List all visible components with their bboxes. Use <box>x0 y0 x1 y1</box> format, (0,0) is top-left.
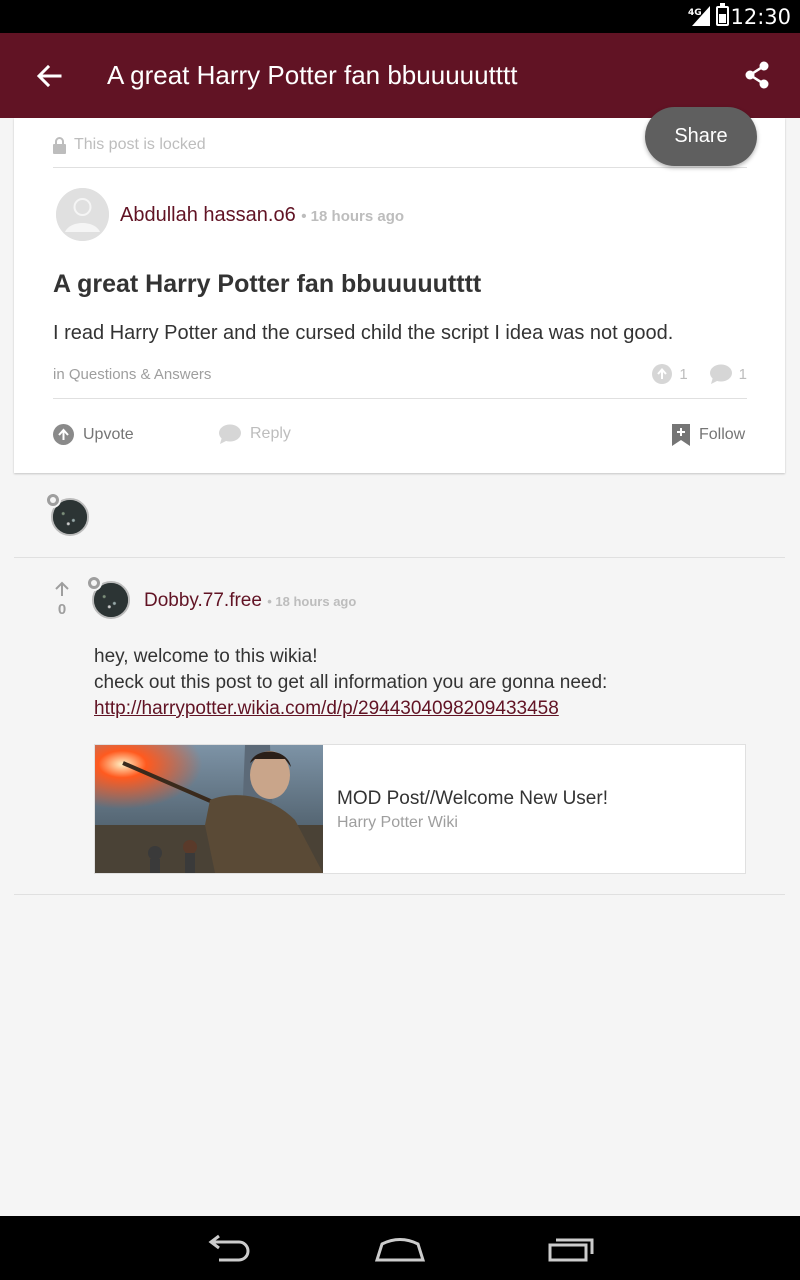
page-title: A great Harry Potter fan bbuuuuutttt <box>107 60 518 90</box>
signal-icon: 4G <box>688 6 710 26</box>
follow-button[interactable]: Follow <box>672 424 745 446</box>
link-preview-title: MOD Post//Welcome New User! <box>337 788 608 809</box>
upvote-button[interactable]: Upvote <box>53 424 134 445</box>
post-counts: 1 1 <box>630 364 747 384</box>
comment-icon <box>219 424 241 444</box>
upvote-circle-icon <box>652 364 673 384</box>
post-body: I read Harry Potter and the cursed child… <box>53 322 674 344</box>
post-category[interactable]: in Questions & Answers <box>53 366 211 383</box>
locked-notice: This post is locked <box>53 136 206 154</box>
reply-author-name[interactable]: Dobby.77.free <box>144 590 262 611</box>
reply-button[interactable]: Reply <box>219 424 291 444</box>
post-title: A great Harry Potter fan bbuuuuutttt <box>53 270 482 298</box>
back-arrow-icon[interactable] <box>34 61 64 91</box>
participants-strip <box>14 474 785 558</box>
author-name[interactable]: Abdullah hassan.o6 <box>120 204 296 226</box>
reply-item: 0 Dobby.77.free • 18 hours ago hey, welc… <box>14 559 785 895</box>
moderator-badge-icon <box>86 575 102 591</box>
status-bar: 4G 12:30 <box>0 0 800 33</box>
avatar[interactable] <box>56 188 109 241</box>
battery-icon <box>716 3 729 26</box>
share-icon[interactable] <box>744 61 770 89</box>
recent-apps-icon[interactable] <box>547 1236 595 1262</box>
reply-text: hey, welcome to this wikia! check out th… <box>94 646 608 719</box>
link-preview-subtitle: Harry Potter Wiki <box>337 814 458 831</box>
upvote-circle-icon <box>53 424 74 445</box>
reply-time: • 18 hours ago <box>267 594 357 609</box>
upvote-arrow-icon[interactable] <box>54 581 70 597</box>
app-bar: A great Harry Potter fan bbuuuuutttt <box>0 33 800 118</box>
upvote-count: 1 <box>652 364 688 384</box>
reply-vote-count: 0 <box>57 601 67 618</box>
locked-text: This post is locked <box>74 136 206 153</box>
lock-icon <box>53 136 66 154</box>
divider <box>53 398 747 399</box>
author-line: Abdullah hassan.o6 • 18 hours ago <box>120 204 404 227</box>
link-preview-card[interactable]: MOD Post//Welcome New User! Harry Potter… <box>94 744 746 874</box>
reply-author-line: Dobby.77.free • 18 hours ago <box>144 590 356 612</box>
post-time: • 18 hours ago <box>301 208 405 225</box>
comment-icon <box>709 364 732 384</box>
divider <box>53 167 747 168</box>
reply-vote: 0 <box>52 581 72 618</box>
svg-text:4G: 4G <box>688 8 702 18</box>
back-nav-icon[interactable] <box>205 1234 253 1264</box>
link-preview-image <box>95 745 323 873</box>
default-avatar-icon <box>56 188 109 241</box>
share-tooltip: Share <box>645 107 757 166</box>
bookmark-icon <box>672 424 690 446</box>
home-nav-icon[interactable] <box>374 1236 426 1262</box>
reply-link[interactable]: http://harrypotter.wikia.com/d/p/2944304… <box>94 698 559 719</box>
reply-count: 1 <box>709 364 747 384</box>
moderator-badge-icon <box>45 492 61 508</box>
post-card: This post is locked Abdullah hassan.o6 •… <box>14 118 785 473</box>
system-nav-bar <box>0 1216 800 1280</box>
clock: 12:30 <box>730 5 791 29</box>
